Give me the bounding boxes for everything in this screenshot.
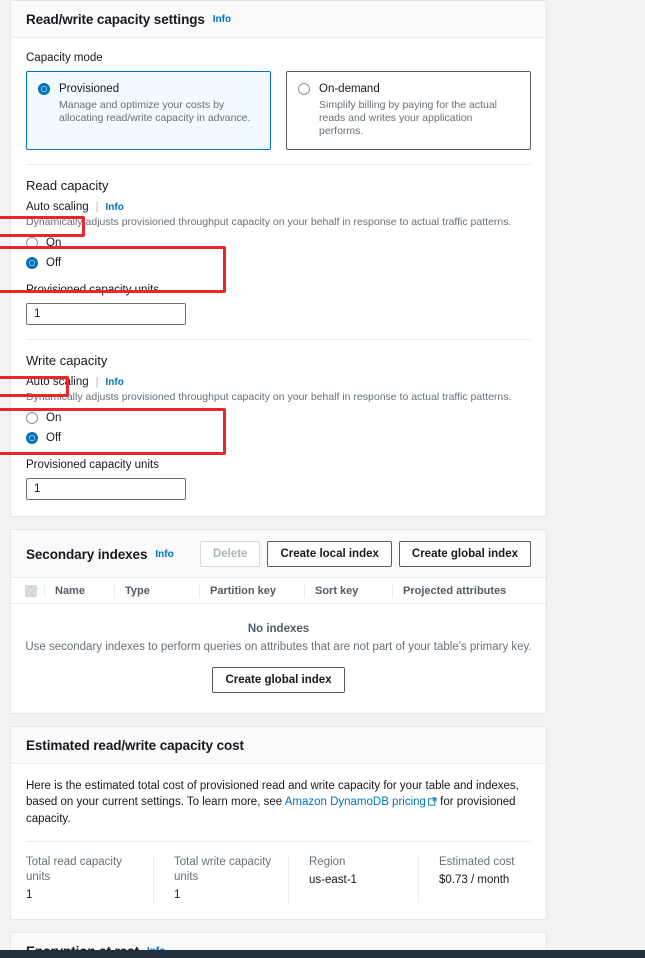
stat-total-read-capacity-units: Total read capacity units 1 xyxy=(26,855,154,903)
create-global-index-button[interactable]: Create global index xyxy=(398,541,531,567)
read-auto-scaling-off-row[interactable]: Off xyxy=(26,254,531,271)
estimated-cost-header: Estimated read/write capacity cost xyxy=(11,727,546,764)
radio-read-auto-scaling-off[interactable] xyxy=(26,257,38,269)
info-link-read-auto-scaling[interactable]: Info xyxy=(106,202,124,213)
select-all-checkbox[interactable] xyxy=(25,584,37,597)
stat-region: Region us-east-1 xyxy=(289,855,419,903)
stat-estimated-cost: Estimated cost $0.73 / month xyxy=(419,855,528,903)
dynamodb-pricing-link[interactable]: Amazon DynamoDB pricing xyxy=(285,796,426,808)
read-auto-scaling-off-label: Off xyxy=(46,256,62,269)
stat-label: Estimated cost xyxy=(439,856,515,868)
label-divider: | xyxy=(95,201,99,213)
content-column: Read/write capacity settings Info Capaci… xyxy=(10,0,547,958)
write-auto-scaling-hint: Dynamically adjusts provisioned throughp… xyxy=(26,391,512,403)
estimated-cost-title: Estimated read/write capacity cost xyxy=(26,738,244,753)
info-link-secondary-indexes[interactable]: Info xyxy=(155,549,173,560)
column-header-projected-attributes[interactable]: Projected attributes xyxy=(393,584,516,598)
read-auto-scaling-on-row[interactable]: On xyxy=(26,234,531,251)
tile-desc-provisioned: Manage and optimize your costs by alloca… xyxy=(59,99,251,124)
read-write-capacity-header: Read/write capacity settings Info xyxy=(11,1,546,38)
info-link-capacity-settings[interactable]: Info xyxy=(213,14,231,25)
write-provisioned-units-input[interactable] xyxy=(26,478,186,500)
delete-index-button[interactable]: Delete xyxy=(199,541,261,567)
stat-value: 1 xyxy=(174,889,181,901)
external-link-icon xyxy=(427,795,437,811)
secondary-indexes-header: Secondary indexes Info Delete Create loc… xyxy=(11,530,546,578)
radio-write-auto-scaling-on[interactable] xyxy=(26,412,38,424)
secondary-indexes-actions: Delete Create local index Create global … xyxy=(199,541,531,567)
tile-title-provisioned: Provisioned xyxy=(59,83,120,95)
estimated-cost-card: Estimated read/write capacity cost Here … xyxy=(10,726,547,920)
read-provisioned-units-label: Provisioned capacity units xyxy=(26,284,159,296)
column-header-partition-key[interactable]: Partition key xyxy=(200,583,305,598)
label-divider: | xyxy=(95,376,99,388)
radio-on-demand[interactable] xyxy=(298,83,310,95)
page-root: Read/write capacity settings Info Capaci… xyxy=(0,0,645,958)
secondary-indexes-table-header: Name Type Partition key Sort key Project… xyxy=(11,578,546,604)
stat-value: 1 xyxy=(26,889,33,901)
info-link-write-auto-scaling[interactable]: Info xyxy=(106,377,124,388)
read-capacity-title: Read capacity xyxy=(26,178,109,193)
divider-cost xyxy=(26,841,531,842)
capacity-mode-tile-provisioned[interactable]: Provisioned Manage and optimize your cos… xyxy=(26,71,271,150)
column-header-type[interactable]: Type xyxy=(115,583,200,598)
write-auto-scaling-on-label: On xyxy=(46,411,62,424)
stat-value: $0.73 / month xyxy=(439,874,510,886)
read-auto-scaling-hint: Dynamically adjusts provisioned throughp… xyxy=(26,216,512,228)
column-header-name[interactable]: Name xyxy=(45,583,115,598)
divider-capacity-mode xyxy=(26,164,531,165)
secondary-indexes-empty-state: No indexes Use secondary indexes to perf… xyxy=(11,604,546,713)
stat-total-write-capacity-units: Total write capacity units 1 xyxy=(154,855,289,903)
page-title: Read/write capacity settings xyxy=(26,12,205,27)
read-auto-scaling-label-row: Auto scaling | Info xyxy=(26,201,531,213)
stat-label: Region xyxy=(309,856,346,868)
divider-read-capacity xyxy=(26,339,531,340)
write-auto-scaling-off-row[interactable]: Off xyxy=(26,429,531,446)
secondary-indexes-card: Secondary indexes Info Delete Create loc… xyxy=(10,529,547,714)
stat-value: us-east-1 xyxy=(309,874,357,886)
column-header-sort-key[interactable]: Sort key xyxy=(305,583,393,598)
radio-provisioned[interactable] xyxy=(38,83,50,95)
capacity-mode-tiles: Provisioned Manage and optimize your cos… xyxy=(26,71,531,150)
capacity-mode-tile-on-demand[interactable]: On-demand Simplify billing by paying for… xyxy=(286,71,531,150)
read-capacity-section: Read capacity Auto scaling | Info Dynami… xyxy=(26,178,531,325)
radio-read-auto-scaling-on[interactable] xyxy=(26,237,38,249)
estimated-cost-body: Here is the estimated total cost of prov… xyxy=(11,764,546,919)
cost-stats-row: Total read capacity units 1 Total write … xyxy=(26,855,531,903)
write-auto-scaling-off-label: Off xyxy=(46,431,62,444)
empty-state-create-global-index-button[interactable]: Create global index xyxy=(212,667,345,693)
read-provisioned-units-input[interactable] xyxy=(26,303,186,325)
empty-state-title: No indexes xyxy=(247,623,310,635)
write-auto-scaling-label-row: Auto scaling | Info xyxy=(26,376,531,388)
read-write-capacity-settings-card: Read/write capacity settings Info Capaci… xyxy=(10,0,547,517)
empty-state-description: Use secondary indexes to perform queries… xyxy=(25,641,532,653)
create-local-index-button[interactable]: Create local index xyxy=(267,541,392,567)
write-capacity-title: Write capacity xyxy=(26,353,108,368)
write-capacity-section: Write capacity Auto scaling | Info Dynam… xyxy=(26,353,531,500)
tile-desc-on-demand: Simplify billing by paying for the actua… xyxy=(319,99,498,137)
estimated-cost-description: Here is the estimated total cost of prov… xyxy=(26,778,531,827)
write-provisioned-units-label: Provisioned capacity units xyxy=(26,459,159,471)
select-all-checkbox-cell[interactable] xyxy=(21,584,45,597)
stat-label: Total read capacity units xyxy=(26,856,122,883)
read-auto-scaling-on-label: On xyxy=(46,236,62,249)
secondary-indexes-title: Secondary indexes xyxy=(26,546,148,562)
radio-write-auto-scaling-off[interactable] xyxy=(26,432,38,444)
write-auto-scaling-on-row[interactable]: On xyxy=(26,409,531,426)
stat-label: Total write capacity units xyxy=(174,856,272,883)
bottom-navigation-bar xyxy=(0,950,645,958)
read-auto-scaling-label: Auto scaling xyxy=(26,201,89,213)
read-write-capacity-body: Capacity mode Provisioned Manage and opt… xyxy=(11,38,546,516)
write-auto-scaling-label: Auto scaling xyxy=(26,376,89,388)
capacity-mode-label: Capacity mode xyxy=(26,52,103,64)
tile-title-on-demand: On-demand xyxy=(319,83,380,95)
